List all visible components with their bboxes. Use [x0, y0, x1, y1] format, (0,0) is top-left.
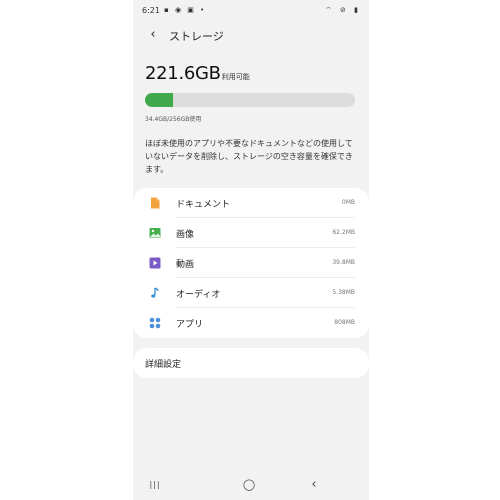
category-size: 39.8MB [332, 259, 355, 266]
category-label: ドキュメント [176, 200, 231, 210]
category-row-audio[interactable]: オーディオ 5.38MB [133, 278, 369, 308]
category-label: 画像 [176, 230, 195, 240]
document-icon [151, 197, 160, 209]
category-row-videos[interactable]: 動画 39.8MB [133, 248, 369, 278]
phone-screen: 6:21 ▪ ◉ ▣ • ⌔ ⊘ ▮ ‹ ストレージ 221.6GB利用可能 3… [133, 0, 369, 500]
category-size: 62.2MB [332, 229, 355, 236]
back-icon: ‹ [311, 477, 317, 492]
notification-icons: ▪ ◉ ▣ • [164, 6, 207, 14]
video-icon [149, 257, 161, 269]
advanced-settings-item[interactable]: 詳細設定 [133, 348, 369, 378]
category-size: 808MB [334, 319, 355, 326]
storage-description: ほぼ未使用のアプリや不要なドキュメントなどの使用していないデータを削除し、ストレ… [145, 139, 353, 174]
apps-icon [149, 317, 161, 329]
music-icon [151, 287, 159, 298]
storage-usage-fill [145, 93, 174, 107]
advanced-settings-label: 詳細設定 [145, 360, 182, 370]
category-size: 5.38MB [332, 289, 355, 296]
available-amount: 221.6GB [145, 63, 221, 84]
category-label: 動画 [176, 260, 195, 270]
available-label: 利用可能 [221, 73, 250, 81]
category-label: オーディオ [176, 290, 221, 300]
category-size: 0MB [341, 199, 355, 206]
back-button[interactable]: ‹ [145, 26, 161, 44]
recent-apps-button[interactable]: ||| [145, 478, 165, 492]
system-status-icons: ⌔ ⊘ ▮ [325, 6, 361, 14]
app-bar: ‹ ストレージ [133, 24, 369, 46]
navigation-bar: ||| ◯ ‹ [133, 475, 369, 495]
recent-apps-icon: ||| [149, 480, 161, 489]
storage-available: 221.6GB利用可能 [145, 63, 250, 84]
chevron-left-icon: ‹ [150, 27, 156, 42]
status-bar: 6:21 ▪ ◉ ▣ • ⌔ ⊘ ▮ [133, 0, 369, 20]
nav-back-button[interactable]: ‹ [304, 478, 324, 492]
storage-usage-bar [145, 93, 355, 107]
page-title: ストレージ [169, 30, 224, 43]
home-button[interactable]: ◯ [239, 478, 259, 492]
image-icon [149, 228, 161, 238]
home-icon: ◯ [242, 478, 256, 491]
category-label: アプリ [176, 320, 204, 330]
category-list: ドキュメント 0MB 画像 62.2MB 動画 39.8MB オーディオ 5.3… [133, 188, 369, 338]
category-row-apps[interactable]: アプリ 808MB [133, 308, 369, 338]
status-time: 6:21 [142, 6, 160, 15]
storage-used-text: 34.4GB/256GB使用 [145, 116, 202, 123]
category-row-images[interactable]: 画像 62.2MB [133, 218, 369, 248]
category-row-documents[interactable]: ドキュメント 0MB [133, 188, 369, 218]
